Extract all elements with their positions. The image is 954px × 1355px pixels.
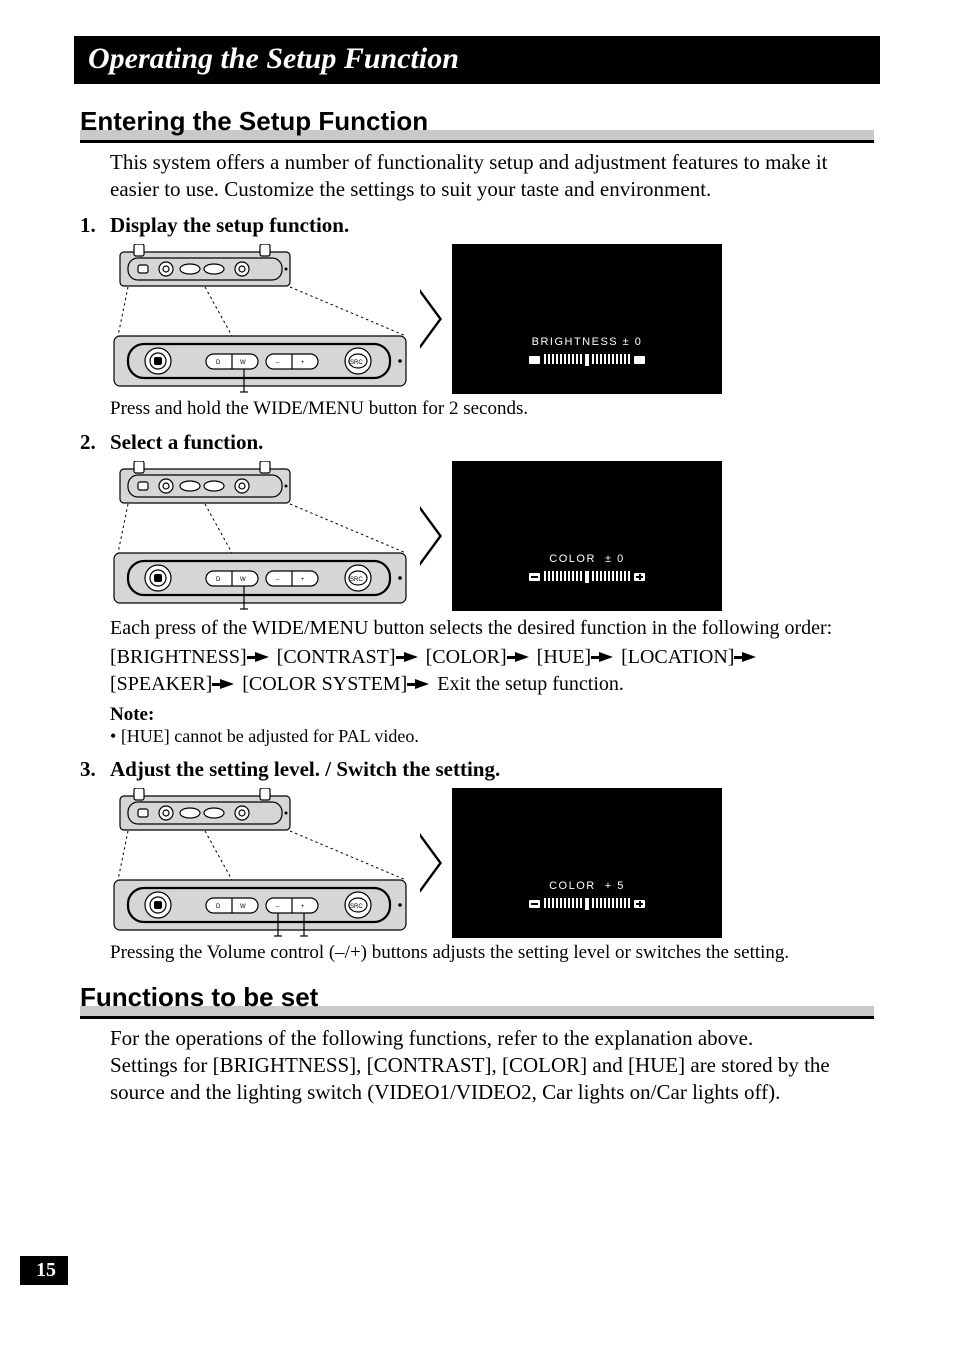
osd-label-1: BRIGHTNESS ± 0 [532, 336, 643, 348]
plus-label: + [301, 360, 305, 366]
slider-plus-icon [634, 573, 645, 581]
page: Operating the Setup Function Entering th… [0, 0, 954, 1355]
slider-plus-icon [634, 900, 645, 908]
step-2: 2. Select a function. [80, 430, 874, 455]
section-heading-functions: Functions to be set [80, 982, 874, 1019]
section1-intro: This system offers a number of functiona… [110, 149, 874, 203]
step-2-note: Note: [HUE] cannot be adjusted for PAL v… [110, 704, 874, 747]
arrow-icon [420, 833, 442, 893]
step-3-caption: Pressing the Volume control (–/+) button… [110, 942, 874, 964]
src-label: SRC [350, 360, 363, 366]
chapter-title-bar: Operating the Setup Function [74, 36, 880, 84]
slider-minus-icon [529, 573, 540, 581]
step-2-title: Select a function. [110, 430, 263, 455]
seq-item: [HUE] [537, 646, 591, 668]
remote-illustration-3: DW –+ SRC [110, 788, 410, 938]
seq-item: [LOCATION] [621, 646, 734, 668]
note-item: [HUE] cannot be adjusted for PAL video. [110, 726, 874, 747]
seq-item: [SPEAKER] [110, 673, 212, 695]
svg-text:D: D [216, 577, 221, 583]
step-1: 1. Display the setup function. [80, 213, 874, 238]
slider-ticks [544, 898, 630, 910]
step-2-sequence: [BRIGHTNESS] [CONTRAST] [COLOR] [HUE] [L… [110, 644, 874, 698]
step-2-desc: Each press of the WIDE/MENU button selec… [110, 615, 874, 642]
w-label: W [240, 360, 246, 366]
step-1-caption: Press and hold the WIDE/MENU button for … [110, 398, 874, 420]
remote-illustration-1: D W – + SRC [110, 244, 410, 394]
slider-ticks [544, 571, 630, 583]
step-2-figure: DW –+ SRC COLOR ± 0 [110, 461, 874, 611]
section2-body: For the operations of the following func… [110, 1025, 874, 1106]
svg-text:+: + [301, 577, 305, 583]
step-1-figure: D W – + SRC BRIGHTNESS ± 0 [110, 244, 874, 394]
step-3-title: Adjust the setting level. / Switch the s… [110, 757, 500, 782]
arrow-right-icon [220, 679, 234, 689]
step-1-title: Display the setup function. [110, 213, 349, 238]
slider-minus-icon [529, 900, 540, 908]
step-3-figure: DW –+ SRC COLOR + 5 [110, 788, 874, 938]
slider-minus-icon [529, 356, 540, 364]
osd-screen-3: COLOR + 5 [452, 788, 722, 938]
arrow-icon [420, 506, 442, 566]
arrow-icon [420, 289, 442, 349]
arrow-right-icon [255, 652, 269, 662]
seq-item: [COLOR SYSTEM] [242, 673, 407, 695]
osd-slider-3 [529, 898, 645, 910]
osd-screen-1: BRIGHTNESS ± 0 [452, 244, 722, 394]
osd-label-3: COLOR + 5 [549, 880, 625, 892]
arrow-right-icon [415, 679, 429, 689]
osd-slider-2 [529, 571, 645, 583]
step-3-num: 3. [80, 757, 110, 782]
chapter-title: Operating the Setup Function [88, 42, 459, 75]
arrow-right-icon [404, 652, 418, 662]
arrow-right-icon [742, 652, 756, 662]
arrow-right-icon [599, 652, 613, 662]
page-number: 15 [20, 1256, 68, 1285]
seq-item: [COLOR] [426, 646, 507, 668]
svg-text:D: D [216, 904, 221, 910]
seq-item: [BRIGHTNESS] [110, 646, 247, 668]
step-3: 3. Adjust the setting level. / Switch th… [80, 757, 874, 782]
section-heading-text: Functions to be set [80, 982, 318, 1014]
osd-label-2: COLOR ± 0 [549, 553, 624, 565]
osd-screen-2: COLOR ± 0 [452, 461, 722, 611]
arrow-right-icon [515, 652, 529, 662]
svg-text:W: W [240, 904, 246, 910]
section-heading-text: Entering the Setup Function [80, 106, 428, 138]
svg-text:+: + [301, 904, 305, 910]
d-label: D [216, 360, 221, 366]
note-title: Note: [110, 704, 874, 726]
svg-text:W: W [240, 577, 246, 583]
step-2-num: 2. [80, 430, 110, 455]
remote-illustration-2: DW –+ SRC [110, 461, 410, 611]
svg-text:SRC: SRC [350, 904, 363, 910]
page-number-value: 15 [36, 1259, 56, 1281]
svg-text:SRC: SRC [350, 577, 363, 583]
seq-item: [CONTRAST] [277, 646, 396, 668]
osd-slider-1 [529, 354, 645, 366]
slider-ticks [544, 354, 630, 366]
section-heading-entering: Entering the Setup Function [80, 106, 874, 143]
step-1-num: 1. [80, 213, 110, 238]
seq-tail: Exit the setup function. [437, 673, 624, 695]
slider-plus-icon-plain [634, 356, 645, 364]
